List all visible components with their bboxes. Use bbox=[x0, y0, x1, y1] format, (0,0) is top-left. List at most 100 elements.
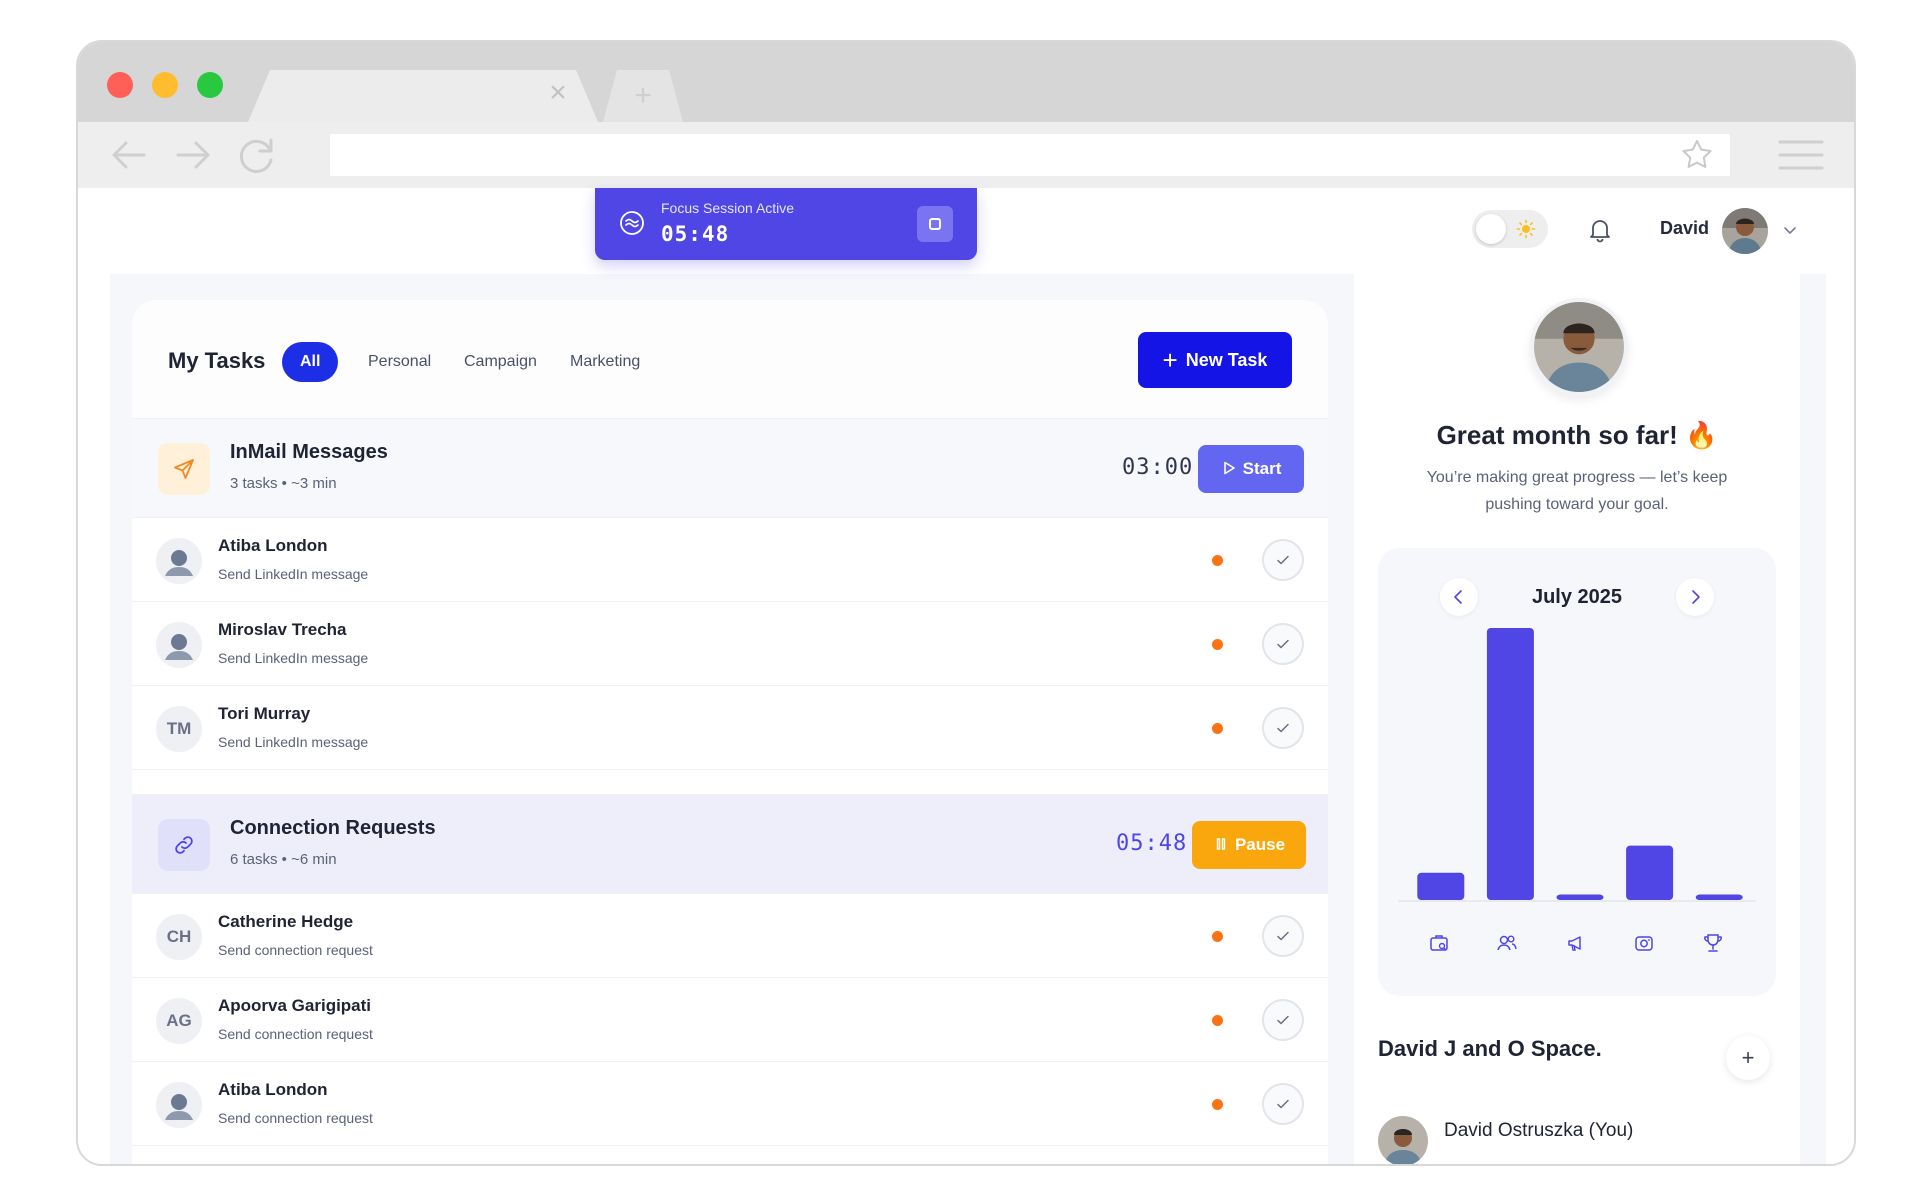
check-icon bbox=[1277, 1099, 1289, 1109]
priority-dot bbox=[1212, 723, 1223, 734]
back-arrow-icon[interactable] bbox=[106, 132, 152, 178]
avatar-initials: TM bbox=[156, 706, 202, 752]
task-action-text: Send LinkedIn message bbox=[218, 734, 369, 750]
link-icon bbox=[175, 836, 193, 854]
tasks-header: My Tasks All Personal Campaign Marketing… bbox=[132, 300, 1328, 418]
focus-session-time: 05:48 bbox=[661, 222, 730, 246]
pause-icon bbox=[1216, 838, 1226, 850]
activity-bar-chart bbox=[1398, 628, 1756, 902]
check-icon bbox=[1277, 639, 1289, 649]
task-contact-name: Apoorva Garigipati bbox=[218, 996, 372, 1015]
task-contact-name: Miroslav Trecha bbox=[218, 620, 347, 639]
notification-bell-icon[interactable] bbox=[1586, 216, 1614, 244]
task-row: Atiba London Send LinkedIn message bbox=[132, 518, 1328, 602]
chart-bar-briefcase-search-icon bbox=[1417, 872, 1465, 900]
group-meta: 3 tasks • ~3 min bbox=[230, 475, 337, 492]
task-row: CH Catherine Hedge Send connection reque… bbox=[132, 894, 1328, 978]
camera-icon bbox=[1635, 936, 1653, 951]
window-close-dot[interactable] bbox=[107, 72, 133, 98]
task-group-header: Connection Requests 6 tasks • ~6 min 05:… bbox=[132, 794, 1328, 894]
complete-task-button[interactable] bbox=[1262, 539, 1304, 581]
filter-all[interactable]: All bbox=[282, 342, 339, 382]
new-task-label: New Task bbox=[1185, 350, 1268, 370]
complete-task-button[interactable] bbox=[1262, 999, 1304, 1041]
app-root: David Focus Session Active 05:48 My Task… bbox=[78, 188, 1854, 1164]
user-name[interactable]: David bbox=[1660, 218, 1709, 239]
group-timer: 03:00 bbox=[1122, 455, 1194, 480]
start-button[interactable]: Start bbox=[1198, 445, 1304, 493]
group-meta: 6 tasks • ~6 min bbox=[230, 851, 337, 868]
check-icon bbox=[1277, 931, 1289, 941]
task-row: AG Apoorva Garigipati Send connection re… bbox=[132, 978, 1328, 1062]
task-contact-name: Catherine Hedge bbox=[218, 912, 354, 931]
chart-bar-trophy-icon bbox=[1695, 894, 1743, 900]
focus-wave-icon bbox=[620, 211, 644, 235]
reload-icon[interactable] bbox=[234, 132, 280, 178]
browser-window: × + David Focus Session Active 05:48 My … bbox=[76, 40, 1856, 1166]
forward-arrow-icon[interactable] bbox=[170, 132, 216, 178]
complete-task-button[interactable] bbox=[1262, 707, 1304, 749]
filter-marketing[interactable]: Marketing bbox=[552, 342, 658, 382]
window-zoom-dot[interactable] bbox=[197, 72, 223, 98]
progress-side-panel: Great month so far! 🔥 You’re making grea… bbox=[1354, 274, 1800, 1164]
task-row: Atiba London Send connection request bbox=[132, 1062, 1328, 1146]
chevron-down-icon[interactable] bbox=[1782, 222, 1798, 238]
priority-dot bbox=[1212, 1015, 1223, 1026]
complete-task-button[interactable] bbox=[1262, 623, 1304, 665]
task-contact-name: Atiba London bbox=[218, 536, 328, 555]
task-contact-name: Atiba London bbox=[218, 1080, 328, 1099]
theme-toggle[interactable] bbox=[1472, 210, 1548, 248]
toggle-knob bbox=[1476, 214, 1506, 244]
pause-label: Pause bbox=[1234, 835, 1286, 854]
task-row: Miroslav Trecha Send LinkedIn message bbox=[132, 602, 1328, 686]
tab-close-icon[interactable]: × bbox=[543, 78, 573, 108]
chart-bar-users-icon bbox=[1486, 628, 1534, 900]
browser-menu-icon[interactable] bbox=[1778, 138, 1824, 172]
trophy-icon bbox=[1704, 934, 1722, 952]
focus-session-banner: Focus Session Active 05:48 bbox=[595, 188, 977, 260]
address-bar[interactable] bbox=[330, 134, 1730, 176]
users-icon bbox=[1497, 935, 1517, 951]
new-task-button[interactable]: + New Task bbox=[1138, 332, 1292, 388]
task-group-header: InMail Messages 3 tasks • ~3 min 03:00 S… bbox=[132, 418, 1328, 518]
filter-campaign[interactable]: Campaign bbox=[446, 342, 555, 382]
priority-dot bbox=[1212, 1099, 1223, 1110]
month-label: July 2025 bbox=[1531, 586, 1623, 608]
group-title: Connection Requests bbox=[230, 817, 436, 839]
complete-task-button[interactable] bbox=[1262, 1083, 1304, 1125]
bookmark-star-icon[interactable] bbox=[1680, 138, 1714, 172]
avatar-initials: CH bbox=[156, 914, 202, 960]
side-panel-title: Great month so far! 🔥 bbox=[1436, 420, 1718, 450]
check-icon bbox=[1277, 1015, 1289, 1025]
priority-dot bbox=[1212, 639, 1223, 650]
chevron-right-icon bbox=[1692, 590, 1700, 604]
avatar bbox=[156, 622, 202, 668]
user-avatar[interactable] bbox=[1722, 208, 1768, 254]
next-month-button[interactable] bbox=[1676, 578, 1714, 616]
new-tab-button[interactable]: + bbox=[603, 70, 683, 122]
filter-personal[interactable]: Personal bbox=[350, 342, 449, 382]
task-action-text: Send LinkedIn message bbox=[218, 566, 369, 582]
briefcase-search-icon bbox=[1430, 935, 1448, 951]
megaphone-icon bbox=[1568, 936, 1581, 951]
pause-button[interactable]: Pause bbox=[1192, 821, 1306, 869]
tasks-card: My Tasks All Personal Campaign Marketing… bbox=[132, 300, 1328, 1164]
window-minimize-dot[interactable] bbox=[152, 72, 178, 98]
side-panel-subtitle: You’re making great progress — let’s kee… bbox=[1426, 469, 1728, 513]
task-action-text: Send LinkedIn message bbox=[218, 650, 369, 666]
task-action-text: Send connection request bbox=[218, 1026, 373, 1042]
group-timer: 05:48 bbox=[1116, 831, 1188, 856]
monthly-chart-card: July 2025 bbox=[1378, 548, 1776, 996]
chart-bar-camera-icon bbox=[1626, 845, 1674, 900]
play-icon bbox=[1223, 461, 1235, 475]
task-action-text: Send connection request bbox=[218, 1110, 373, 1126]
chart-bar-megaphone-icon bbox=[1556, 894, 1604, 900]
sun-icon bbox=[1516, 219, 1536, 239]
focus-session-label: Focus Session Active bbox=[661, 200, 795, 216]
focus-stop-button[interactable] bbox=[917, 206, 953, 242]
priority-dot bbox=[1212, 555, 1223, 566]
add-member-button[interactable]: + bbox=[1726, 1036, 1770, 1080]
task-action-text: Send connection request bbox=[218, 942, 373, 958]
member-name: David Ostruszka (You) bbox=[1444, 1120, 1634, 1141]
complete-task-button[interactable] bbox=[1262, 915, 1304, 957]
